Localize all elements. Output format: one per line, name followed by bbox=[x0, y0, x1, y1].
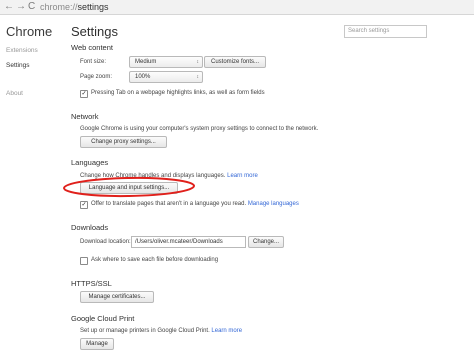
tab-highlight-label: Pressing Tab on a webpage highlights lin… bbox=[91, 90, 265, 96]
url-path: settings bbox=[77, 2, 109, 12]
sidebar-item-settings[interactable]: Settings bbox=[6, 62, 30, 69]
download-location-field[interactable]: /Users/oliver.mcateer/Downloads bbox=[131, 236, 246, 248]
reload-icon[interactable]: C bbox=[28, 1, 35, 13]
change-proxy-button[interactable]: Change proxy settings... bbox=[80, 136, 167, 148]
manage-languages-link[interactable]: Manage languages bbox=[248, 201, 299, 207]
search-input[interactable]: Search settings bbox=[344, 25, 427, 38]
select-arrow-icon: ↕ bbox=[196, 74, 200, 80]
forward-icon[interactable]: → bbox=[16, 1, 26, 13]
page-zoom-label: Page zoom: bbox=[80, 74, 113, 80]
url-scheme: chrome:// bbox=[40, 2, 78, 12]
cloud-print-description: Set up or manage printers in Google Clou… bbox=[80, 327, 242, 335]
translate-text: Offer to translate pages that aren't in … bbox=[91, 201, 247, 207]
https-ssl-heading: HTTPS/SSL bbox=[71, 279, 112, 288]
languages-heading: Languages bbox=[71, 158, 109, 167]
downloads-heading: Downloads bbox=[71, 223, 109, 232]
annotation-circle bbox=[63, 176, 195, 198]
page-title: Settings bbox=[71, 24, 118, 39]
cloud-print-learn-more-link[interactable]: Learn more bbox=[211, 328, 242, 334]
network-description: Google Chrome is using your computer's s… bbox=[80, 126, 319, 132]
select-arrow-icon: ↕ bbox=[196, 59, 200, 65]
font-size-label: Font size: bbox=[80, 59, 107, 65]
font-size-select[interactable]: Medium ↕ bbox=[129, 56, 203, 68]
sidebar-item-about[interactable]: About bbox=[6, 90, 23, 97]
cloud-print-manage-button[interactable]: Manage bbox=[80, 338, 114, 350]
manage-certificates-button[interactable]: Manage certificates... bbox=[80, 291, 154, 303]
customize-fonts-button[interactable]: Customize fonts... bbox=[204, 56, 266, 68]
sidebar-brand: Chrome bbox=[6, 24, 53, 39]
sidebar-item-extensions[interactable]: Extensions bbox=[6, 47, 38, 54]
languages-learn-more-link[interactable]: Learn more bbox=[227, 173, 258, 179]
page-zoom-select[interactable]: 100% ↕ bbox=[129, 71, 203, 83]
translate-label: Offer to translate pages that aren't in … bbox=[91, 200, 299, 208]
font-size-value: Medium bbox=[135, 59, 157, 65]
ask-where-checkbox[interactable] bbox=[80, 257, 88, 265]
cloud-print-description-text: Set up or manage printers in Google Clou… bbox=[80, 328, 210, 334]
cloud-print-heading: Google Cloud Print bbox=[71, 314, 135, 323]
address-bar: ← → C chrome://settings bbox=[0, 0, 474, 15]
back-icon[interactable]: ← bbox=[4, 1, 14, 13]
page-zoom-value: 100% bbox=[135, 74, 151, 80]
translate-checkbox[interactable]: ✓ bbox=[80, 201, 88, 209]
url-field[interactable]: chrome://settings bbox=[40, 1, 109, 13]
change-download-location-button[interactable]: Change... bbox=[248, 236, 284, 248]
download-location-label: Download location: bbox=[80, 239, 131, 245]
tab-highlight-checkbox[interactable]: ✓ bbox=[80, 90, 88, 98]
ask-where-label: Ask where to save each file before downl… bbox=[91, 257, 219, 263]
network-heading: Network bbox=[71, 112, 99, 121]
web-content-heading: Web content bbox=[71, 43, 113, 52]
